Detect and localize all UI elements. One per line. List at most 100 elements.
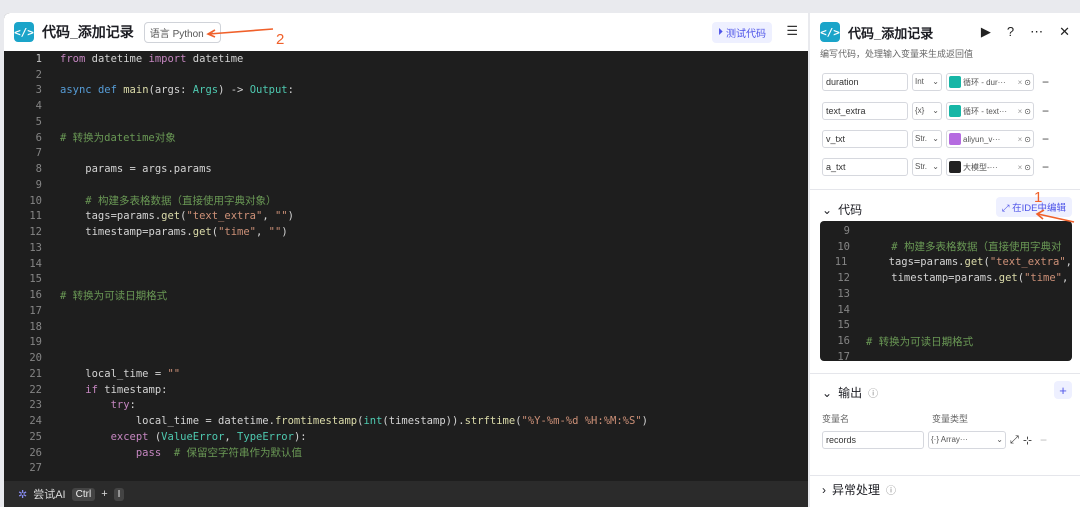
node-config-panel: </> 代码_添加记录 ▶ ? ⋯ ✕ 编写代码，处理输入变量来生成返回值 du… (810, 13, 1080, 507)
input-var-name[interactable]: text_extra (822, 102, 908, 120)
line-number: 17 (29, 304, 42, 317)
line-number: 23 (29, 399, 42, 412)
code-line: 13 (820, 286, 1072, 302)
code-text: # 转换为可读日期格式 (866, 335, 974, 348)
code-line: 25 except (ValueError, TypeError): (4, 429, 808, 445)
input-var-ref[interactable]: aliyun_v··· × ⊙ (946, 130, 1034, 148)
code-section-header[interactable]: ⌄ 代码 (822, 201, 862, 218)
add-output-button[interactable]: + (1054, 381, 1072, 399)
line-number: 13 (29, 241, 42, 254)
help-icon[interactable]: ? (1007, 24, 1014, 40)
shortcut-plus: + (101, 488, 108, 500)
output-section-header[interactable]: ⌄ 输出 ⓘ (822, 384, 878, 401)
input-var-name[interactable]: duration (822, 73, 908, 91)
code-text: pass # 保留空字符串作为默认值 (135, 447, 302, 460)
ai-bar[interactable]: ✲ 尝试AI Ctrl + I (4, 481, 808, 507)
code-text: timestamp=params.get("time", (866, 272, 1069, 285)
input-var-ref[interactable]: 大模型-··· × ⊙ (946, 158, 1034, 176)
chevron-down-icon: ⌄ (932, 134, 939, 143)
code-text: # 构建多表格数据（直接使用字典对 (891, 241, 1062, 254)
code-text: except (ValueError, TypeError): (110, 430, 307, 443)
clear-icon: × (1017, 134, 1023, 144)
remove-icon[interactable]: − (1042, 160, 1049, 174)
input-var-row: duration Int ⌄ 循环 - dur··· × ⊙ − (822, 73, 1049, 91)
code-line: 14 (4, 256, 808, 272)
input-var-ref[interactable]: 循环 - dur··· × ⊙ (946, 73, 1034, 91)
output-var-type-value: {·} Array··· (931, 435, 968, 444)
code-preview[interactable]: 9 10 # 构建多表格数据（直接使用字典对 11 tags=params.get(… (820, 221, 1072, 361)
expand-icon[interactable]: ⤢ (1010, 434, 1019, 447)
input-var-ref[interactable]: 循环 - text··· × ⊙ (946, 102, 1034, 120)
code-line: 6 # 转换为datetime对象 (4, 130, 808, 146)
close-icon[interactable]: ✕ (1059, 24, 1070, 40)
shortcut-key-ctrl: Ctrl (71, 487, 96, 501)
ai-label: 尝试AI (33, 489, 66, 501)
code-line: 16 # 转换为可读日期格式 (820, 333, 1072, 349)
code-line: 3 async def main(args: Args) -> Output: (4, 83, 808, 99)
code-line: 9 (4, 177, 808, 193)
chevron-right-icon: › (822, 482, 826, 497)
config-header: </> 代码_添加记录 ▶ ? ⋯ ✕ (810, 13, 1080, 51)
divider (810, 373, 1080, 374)
target-icon: ⊙ (1024, 162, 1031, 172)
target-icon: ⊙ (1024, 77, 1031, 87)
code-line: 15 (820, 318, 1072, 334)
code-editor[interactable]: 1 from datetime import datetime 2 3 async de… (4, 51, 808, 481)
input-var-type[interactable]: {x} ⌄ (912, 102, 942, 120)
remove-icon[interactable]: − (1042, 75, 1049, 89)
code-line: 7 (4, 146, 808, 162)
ref-node-icon (949, 76, 961, 88)
line-number: 16 (29, 289, 42, 302)
remove-icon[interactable]: − (1042, 104, 1049, 118)
output-var-name-input[interactable]: records (822, 431, 924, 449)
clear-icon: × (1017, 106, 1023, 116)
input-var-name[interactable]: a_txt (822, 158, 908, 176)
line-number: 11 (834, 256, 848, 269)
clear-icon: × (1017, 77, 1023, 87)
remove-icon[interactable]: − (1040, 433, 1047, 447)
code-text: params = args.params (60, 163, 212, 176)
code-text: from datetime import datetime (60, 52, 244, 65)
remove-icon[interactable]: − (1042, 132, 1049, 146)
chevron-down-icon: ⌄ (822, 385, 833, 400)
input-var-type[interactable]: Str. ⌄ (912, 130, 942, 148)
code-line: 8 params = args.params (4, 161, 808, 177)
code-text: tags=params.get("text_extra", "") (60, 210, 294, 223)
add-child-icon[interactable]: ⊹ (1023, 434, 1032, 447)
line-number: 21 (29, 367, 42, 380)
code-section-label: 代码 (838, 203, 863, 217)
chevron-down-icon: ⌄ (932, 77, 939, 86)
code-line: 1 from datetime import datetime (4, 51, 808, 67)
code-line: 22 if timestamp: (4, 382, 808, 398)
code-line: 10 # 构建多表格数据（直接使用字典对 (820, 239, 1072, 255)
code-node-icon: </> (820, 22, 840, 42)
clear-icon: × (1017, 162, 1023, 172)
target-icon: ⊙ (1024, 134, 1031, 144)
code-text: local_time = datetime.fromtimestamp(int(… (60, 415, 648, 428)
exception-section-label: 异常处理 (832, 483, 881, 497)
code-line: 9 (820, 223, 1072, 239)
code-editor-panel: </> 代码_添加记录 语言 Python ⌄ ⏵ 测试代码 ☰ 1 from d… (4, 13, 808, 507)
expand-icon: ⤢ (1001, 203, 1010, 214)
output-var-type-select[interactable]: {·} Array··· ⌄ (928, 431, 1006, 449)
input-var-name[interactable]: v_txt (822, 130, 908, 148)
code-line: 20 (4, 350, 808, 366)
code-line: 24 local_time = datetime.fromtimestamp(i… (4, 413, 808, 429)
sparkle-icon: ✲ (18, 488, 28, 501)
play-circle-icon: ⏵ (718, 27, 723, 38)
input-var-type[interactable]: Str. ⌄ (912, 158, 942, 176)
code-text: local_time = "" (60, 367, 181, 380)
code-text: # 转换为datetime对象 (60, 132, 176, 145)
code-line: 13 (4, 240, 808, 256)
line-number: 18 (29, 320, 42, 333)
collapse-panel-icon[interactable]: ☰ (786, 23, 798, 39)
input-var-type[interactable]: Int ⌄ (912, 73, 942, 91)
code-line: 11 tags=params.get("text_extra", (820, 255, 1072, 271)
line-number: 5 (35, 115, 42, 128)
run-icon[interactable]: ▶ (981, 24, 991, 40)
output-col-type: 变量类型 (932, 414, 969, 424)
test-code-button[interactable]: ⏵ 测试代码 (712, 22, 772, 43)
code-line: 19 (4, 335, 808, 351)
exception-section-header[interactable]: › 异常处理 ⓘ (822, 481, 896, 498)
more-icon[interactable]: ⋯ (1030, 24, 1043, 40)
